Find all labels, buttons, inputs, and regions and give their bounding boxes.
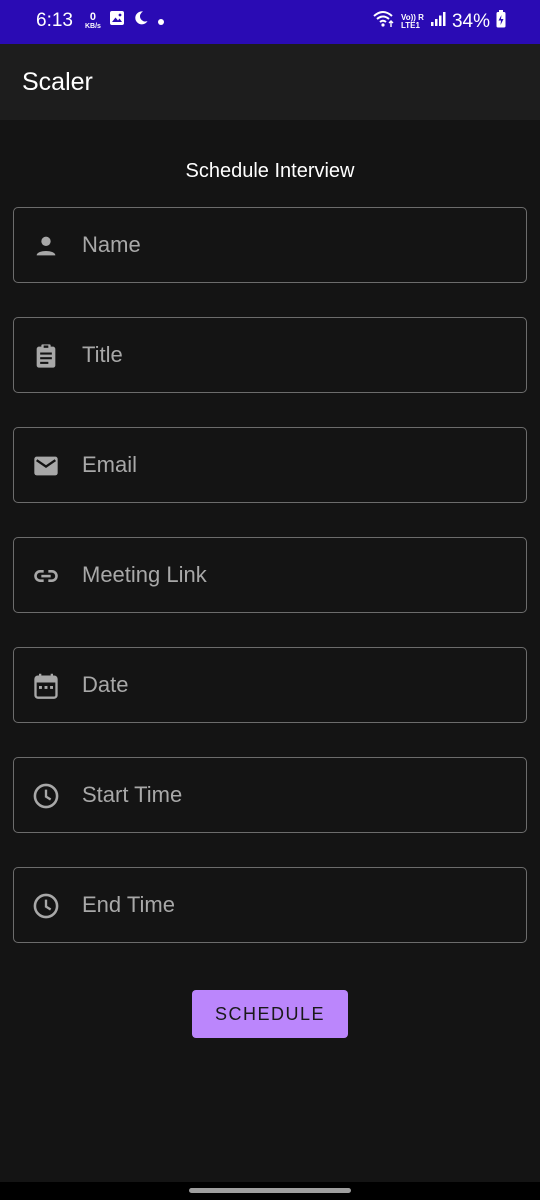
data-rate-unit: KB/s — [84, 23, 101, 30]
moon-icon — [133, 10, 149, 32]
schedule-button[interactable]: SCHEDULE — [192, 990, 348, 1038]
notification-dot-icon — [157, 10, 165, 32]
calendar-icon — [32, 672, 60, 700]
clock-icon — [32, 782, 60, 810]
battery-percentage: 34% — [451, 11, 490, 32]
volte-bottom: LTE1 — [401, 21, 420, 30]
volte-indicator: Vo)) R LTE1 — [401, 14, 424, 30]
end-time-field[interactable]: End Time — [13, 867, 527, 943]
meeting-link-field[interactable]: Meeting Link — [13, 537, 527, 613]
navigation-bar — [0, 1182, 540, 1200]
end-time-placeholder: End Time — [82, 892, 175, 917]
email-field[interactable]: Email — [13, 427, 527, 503]
start-time-field[interactable]: Start Time — [13, 757, 527, 833]
status-time: 6:13 — [36, 10, 73, 31]
date-placeholder: Date — [82, 672, 129, 697]
home-indicator[interactable] — [189, 1188, 351, 1193]
clipboard-icon — [32, 342, 60, 370]
name-placeholder: Name — [82, 232, 141, 257]
meeting-link-placeholder: Meeting Link — [82, 562, 207, 587]
gallery-icon — [109, 10, 125, 32]
email-placeholder: Email — [82, 452, 138, 477]
start-time-placeholder: Start Time — [82, 782, 183, 807]
link-icon — [32, 562, 60, 590]
data-rate-value: 0 — [89, 11, 97, 23]
mail-icon — [32, 452, 60, 480]
status-left: 6:13 0 KB/s — [36, 10, 165, 32]
data-rate-indicator: 0 KB/s — [84, 11, 101, 31]
clock-icon — [32, 892, 60, 920]
app-bar: Scaler — [0, 44, 540, 120]
app-title: Scaler — [22, 68, 93, 96]
signal-icon — [430, 11, 446, 33]
date-field[interactable]: Date — [13, 647, 527, 723]
battery-charging-icon — [496, 10, 506, 34]
status-bar: 6:13 0 KB/s Vo)) R LTE1 34% — [0, 0, 540, 44]
status-right: Vo)) R LTE1 34% — [373, 10, 506, 34]
title-placeholder: Title — [82, 342, 123, 367]
title-field[interactable]: Title — [13, 317, 527, 393]
form-title: Schedule Interview — [185, 160, 355, 182]
person-icon — [32, 232, 60, 260]
name-field[interactable]: Name — [13, 207, 527, 283]
wifi-icon — [373, 10, 395, 34]
